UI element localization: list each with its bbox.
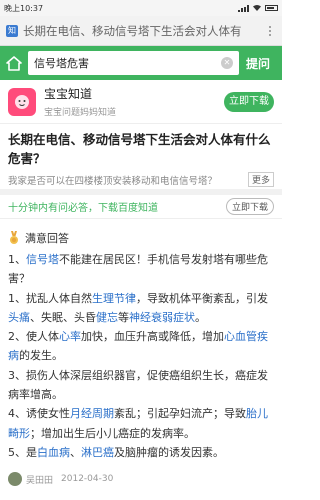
answer-text: 紊乱；引起孕妇流产；导致 bbox=[114, 407, 246, 421]
answer-date: 2012-04-30 bbox=[61, 474, 114, 484]
medal-icon bbox=[10, 231, 18, 244]
status-icons bbox=[238, 4, 278, 12]
battery-icon bbox=[265, 5, 278, 11]
answer-body: 1、信号塔不能建在居民区！手机信号发射塔有哪些危害？ 1、扰乱人体自然生理节律，导… bbox=[8, 250, 276, 462]
answer-keyword-link[interactable]: 头痛 bbox=[8, 311, 30, 324]
answer-keyword-link[interactable]: 健忘 bbox=[96, 311, 118, 324]
answer-keyword-link[interactable]: 淋巴癌 bbox=[81, 446, 114, 459]
answer-text: 等 bbox=[118, 310, 129, 324]
answer-text: 、 bbox=[70, 445, 81, 459]
answer-text: 、失眠、头昏 bbox=[30, 310, 96, 324]
question-block: 长期在电信、移动信号塔下生活会对人体有什么危害？ 我家是否可以在四楼楼顶安装移动… bbox=[0, 124, 282, 187]
answer-text: ，导致机体平衡紊乱，引发 bbox=[136, 291, 268, 305]
search-bar: 信号塔危害 ✕ 提问 bbox=[0, 46, 282, 80]
answer-keyword-link[interactable]: 月经周期 bbox=[70, 407, 114, 420]
question-description: 我家是否可以在四楼楼顶安装移动和电信信号塔？ bbox=[8, 175, 218, 187]
promo-download-button[interactable]: 立即下载 bbox=[225, 198, 274, 215]
status-bar: 晚上10:37 bbox=[0, 0, 282, 16]
more-menu-icon[interactable] bbox=[264, 25, 276, 36]
answer-paragraph: 5、是白血病、淋巴癌及脑肿瘤的诱发因素。 bbox=[8, 443, 276, 462]
answer-keyword-link[interactable]: 神经衰弱症状 bbox=[129, 311, 195, 324]
answer-keyword-link[interactable]: 白血病 bbox=[37, 446, 70, 459]
answer-paragraph: 1、扰乱人体自然生理节律，导致机体平衡紊乱，引发头痛、失眠、头昏健忘等神经衰弱症… bbox=[8, 289, 276, 328]
promo-bar: 十分钟内有问必答，下载百度知道 立即下载 bbox=[0, 195, 282, 219]
answer-header: 满意回答 bbox=[8, 230, 69, 246]
url-text[interactable]: 长期在电信、移动信号塔下生活会对人体有 bbox=[23, 23, 264, 39]
answer-text: 的发生。 bbox=[19, 349, 63, 363]
question-title: 长期在电信、移动信号塔下生活会对人体有什么危害？ bbox=[8, 132, 271, 166]
answer-paragraph: 1、信号塔不能建在居民区！手机信号发射塔有哪些危害？ bbox=[8, 250, 276, 289]
answer-text: 3、损伤人体深层组织器官，促使癌组织生长，癌症发病率增高。 bbox=[8, 368, 268, 402]
signal-icon bbox=[238, 4, 249, 12]
wifi-icon bbox=[253, 5, 261, 11]
answer-text: 5、是 bbox=[8, 445, 37, 459]
answer-keyword-link[interactable]: 生理节律 bbox=[92, 292, 136, 305]
answer-text: 1、 bbox=[8, 253, 26, 266]
search-input[interactable]: 信号塔危害 ✕ bbox=[28, 51, 239, 75]
answer-text: 。 bbox=[195, 310, 206, 324]
author-name[interactable]: 吴田田 bbox=[26, 473, 53, 486]
ask-button[interactable]: 提问 bbox=[239, 55, 277, 72]
answer-keyword-link[interactable]: 信号塔 bbox=[26, 253, 59, 266]
answer-keyword-link[interactable]: 心率 bbox=[59, 330, 81, 343]
answer-paragraph: 2、使人体心率加快，血压升高或降低，增加心血管疾病的发生。 bbox=[8, 327, 276, 366]
answer-text: 加快，血压升高或降低，增加 bbox=[81, 330, 224, 344]
clear-icon[interactable]: ✕ bbox=[221, 57, 233, 69]
answer-paragraph: 4、诱使女性月经周期紊乱；引起孕妇流产；导致胎儿畸形；增加出生后小儿癌症的发病率… bbox=[8, 404, 276, 443]
app-description: 宝宝问题妈妈知道 bbox=[44, 108, 117, 118]
answer-paragraph: 3、损伤人体深层组织器官，促使癌组织生长，癌症发病率增高。 bbox=[8, 366, 276, 405]
search-query[interactable]: 信号塔危害 bbox=[34, 55, 221, 71]
question-sub: 我家是否可以在四楼楼顶安装移动和电信信号塔？ 更多 bbox=[8, 172, 274, 187]
app-banner: 宝宝知道 宝宝问题妈妈知道 立即下载 bbox=[0, 80, 282, 124]
answer-text: 4、诱使女性 bbox=[8, 407, 70, 421]
answer-label: 满意回答 bbox=[25, 232, 69, 245]
app-name: 宝宝知道 bbox=[44, 87, 93, 101]
answer-text: 及脑肿瘤的诱发因素。 bbox=[114, 445, 224, 459]
app-logo-icon bbox=[8, 87, 36, 116]
answer-text: ；增加出生后小儿癌症的发病率。 bbox=[30, 426, 195, 440]
more-button[interactable]: 更多 bbox=[247, 172, 274, 187]
avatar[interactable] bbox=[8, 472, 22, 486]
answer-text: 1、扰乱人体自然 bbox=[8, 291, 92, 305]
app-download-button[interactable]: 立即下载 bbox=[224, 91, 274, 112]
status-time: 晚上10:37 bbox=[4, 3, 44, 13]
home-icon[interactable] bbox=[5, 54, 23, 72]
promo-text[interactable]: 十分钟内有问必答，下载百度知道 bbox=[8, 199, 226, 214]
browser-url-bar[interactable]: 知 长期在电信、移动信号塔下生活会对人体有 bbox=[0, 16, 282, 46]
app-info: 宝宝知道 宝宝问题妈妈知道 bbox=[44, 85, 224, 118]
site-favicon-icon: 知 bbox=[6, 24, 18, 37]
answer-text: 2、使人体 bbox=[8, 330, 59, 344]
answer-author: 吴田田 2012-04-30 bbox=[8, 472, 113, 486]
